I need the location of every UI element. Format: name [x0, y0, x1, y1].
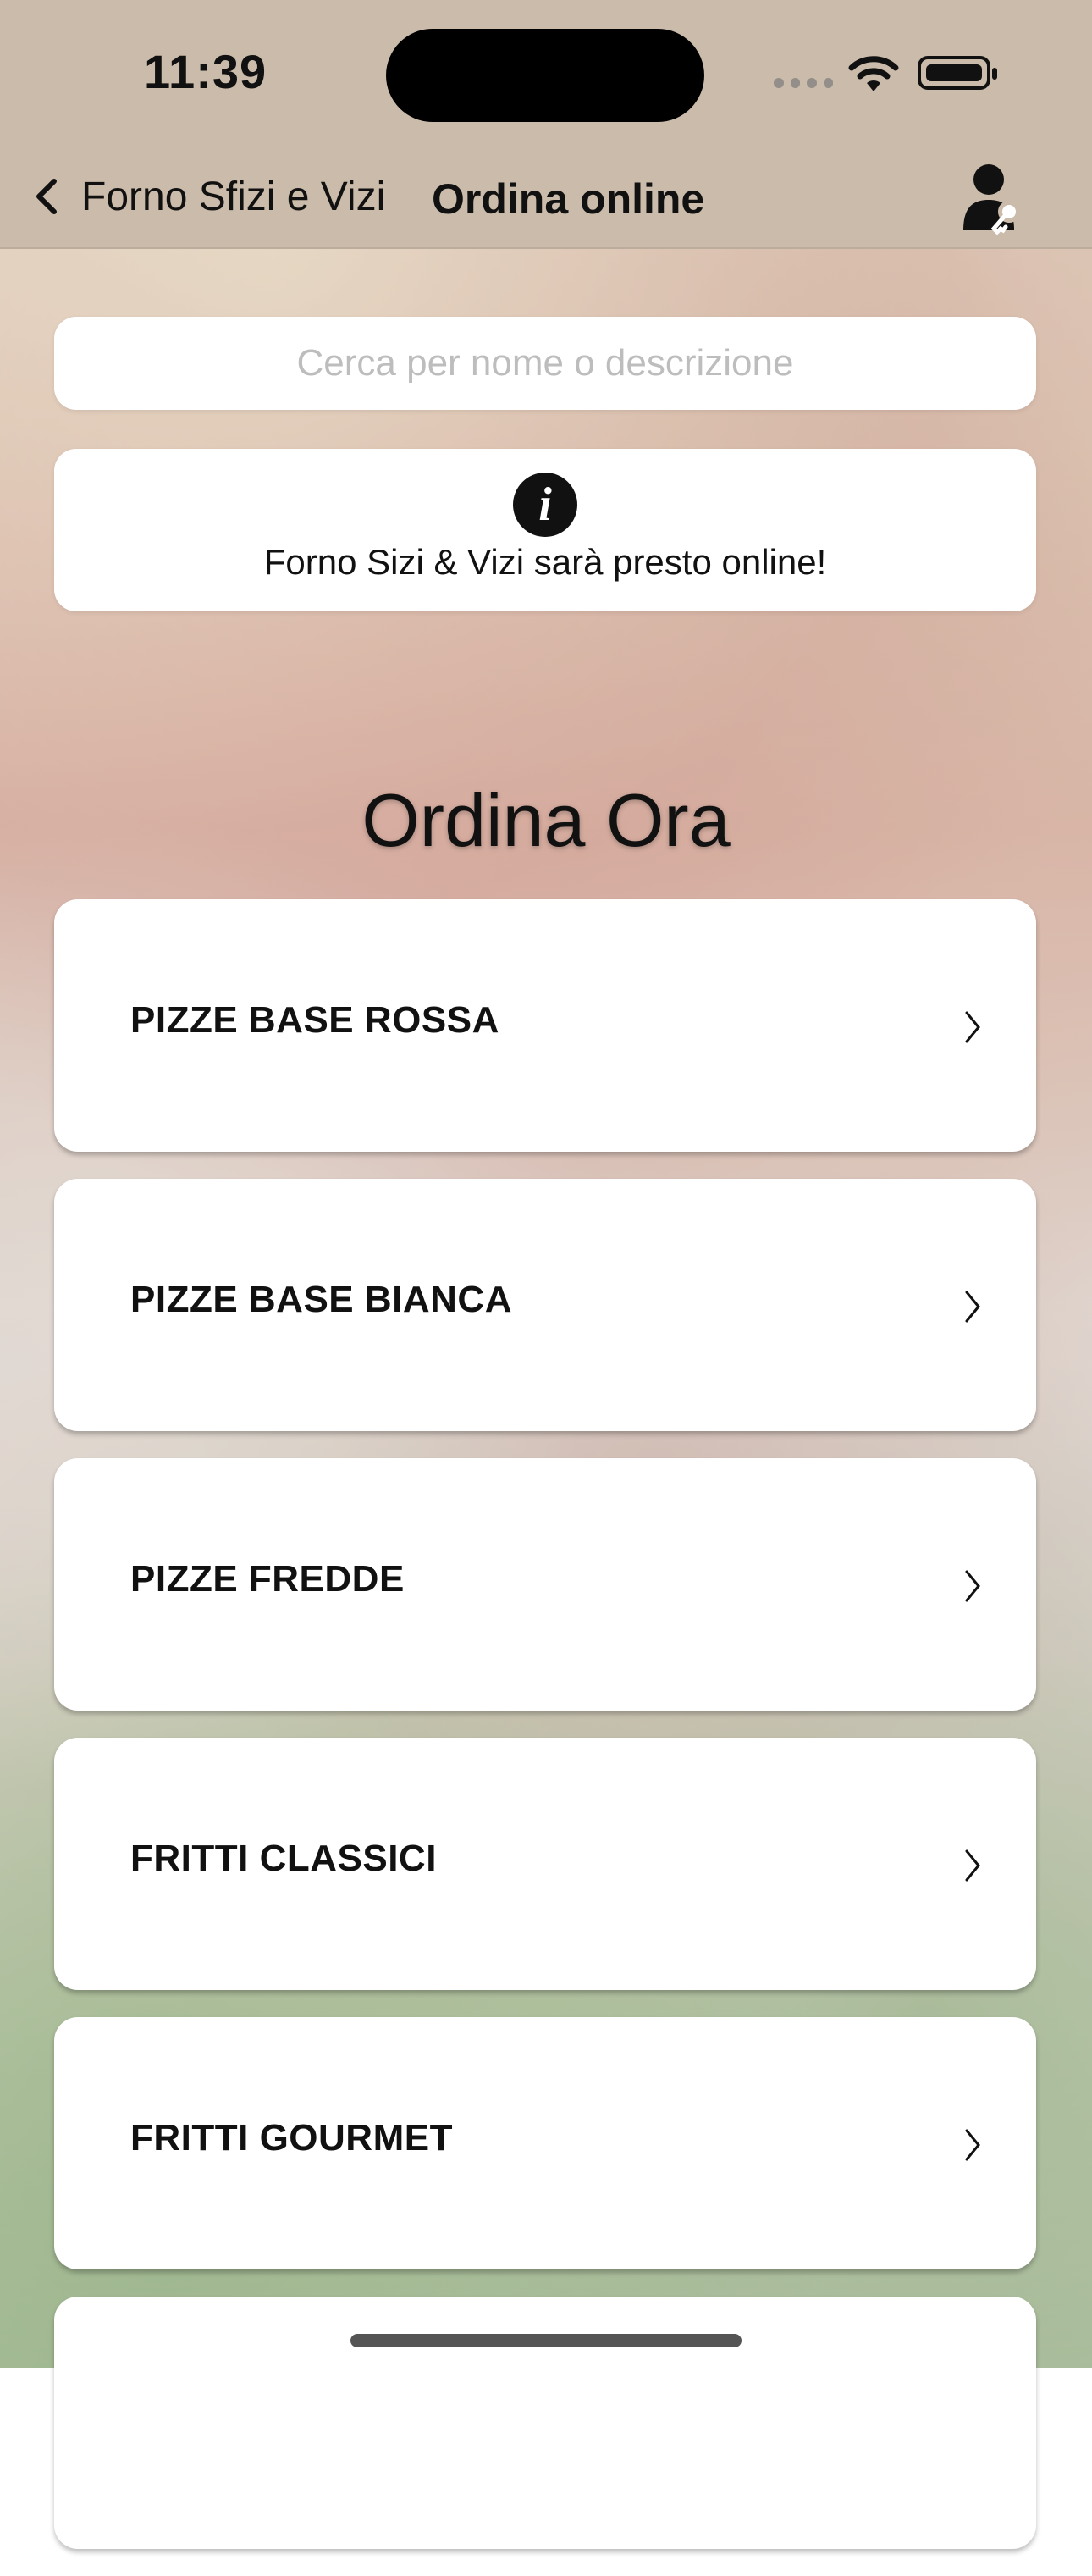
navigation-bar: Forno Sfizi e Vizi Ordina online [0, 144, 1092, 249]
back-label: Forno Sfizi e Vizi [81, 174, 386, 219]
info-card: i Forno Sizi & Vizi sarà presto online! [54, 449, 1036, 611]
chevron-right-icon [965, 2129, 980, 2161]
chevron-left-icon [36, 179, 57, 214]
user-key-icon[interactable] [957, 158, 1034, 235]
category-label: PIZZE FREDDE [130, 1558, 405, 1600]
category-item-fritti-gourmet[interactable]: FRITTI GOURMET [54, 2017, 1036, 2269]
status-bar: 11:39 [0, 0, 1092, 144]
home-indicator[interactable] [350, 2334, 742, 2347]
search-field[interactable] [54, 316, 1036, 411]
wifi-icon [848, 56, 899, 91]
category-item-pizze-fredde[interactable]: PIZZE FREDDE [54, 1458, 1036, 1711]
info-icon: i [513, 473, 577, 537]
cellular-signal-icon [774, 78, 833, 91]
info-message: Forno Sizi & Vizi sarà presto online! [263, 542, 827, 582]
category-list: PIZZE BASE ROSSA PIZZE BASE BIANCA PIZZE… [54, 899, 1036, 2576]
category-item-fritti-classici[interactable]: FRITTI CLASSICI [54, 1738, 1036, 1990]
category-label: PIZZE BASE BIANCA [130, 1279, 512, 1320]
status-time: 11:39 [144, 45, 267, 98]
search-input[interactable] [54, 316, 1036, 411]
category-label: FRITTI GOURMET [130, 2117, 453, 2159]
category-label: PIZZE BASE ROSSA [130, 999, 499, 1041]
chevron-right-icon [965, 1011, 980, 1043]
back-button[interactable]: Forno Sfizi e Vizi [29, 163, 385, 230]
chevron-right-icon [965, 1849, 980, 1882]
battery-icon [918, 56, 997, 90]
chevron-right-icon [965, 1570, 980, 1602]
section-title: Ordina Ora [361, 778, 731, 862]
category-item-pizze-base-bianca[interactable]: PIZZE BASE BIANCA [54, 1179, 1036, 1431]
page-title: Ordina online [432, 175, 705, 223]
category-item-pizze-base-rossa[interactable]: PIZZE BASE ROSSA [54, 899, 1036, 1152]
category-label: FRITTI CLASSICI [130, 1838, 437, 1879]
dynamic-island [386, 29, 704, 122]
chevron-right-icon [965, 1291, 980, 1323]
